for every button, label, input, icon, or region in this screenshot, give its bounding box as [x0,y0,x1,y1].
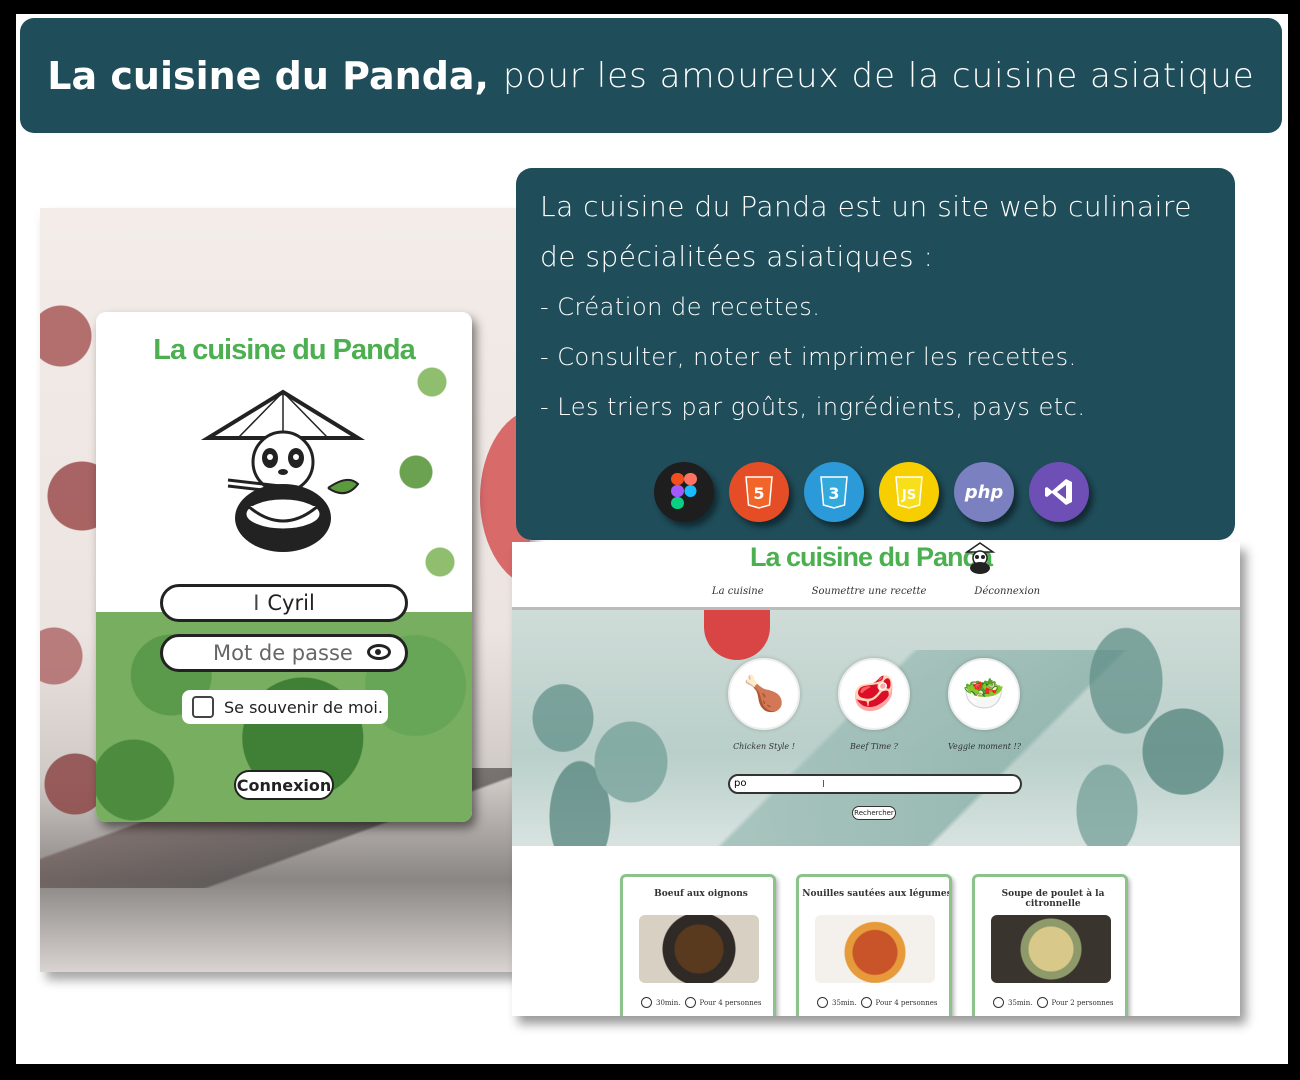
header-banner: La cuisine du Panda, pour les amoureux d… [20,18,1282,133]
category-chicken[interactable]: 🍗 Chicken Style ! [728,658,800,751]
recipe-list: Boeuf aux oignons 30min. Pour 4 personne… [620,874,1128,1016]
category-label: Beef Time ? [850,742,898,751]
panda-logo-icon [200,389,366,552]
recipe-time: 35min. [1008,998,1033,1007]
svg-text:JS: JS [901,488,916,503]
recipe-meta: 30min. Pour 4 personnes [641,997,761,1008]
people-icon [684,997,696,1008]
recipe-servings: Pour 4 personnes [875,998,938,1007]
search-value: po [734,778,747,789]
recipe-time: 30min. [656,998,681,1007]
category-label: Chicken Style ! [733,742,795,751]
feature-item: - Les triers par goûts, ingrédients, pay… [540,393,1086,421]
feature-item: - Consulter, noter et imprimer les recet… [540,343,1077,371]
username-input[interactable]: I Cyril [160,584,408,622]
vine-decoration [392,322,472,622]
text-cursor-icon: I [822,779,825,790]
nav-link-logout[interactable]: Déconnexion [974,586,1040,597]
eye-icon[interactable] [367,644,391,660]
php-icon: php [954,462,1014,522]
recipe-servings: Pour 2 personnes [1051,998,1114,1007]
password-placeholder: Mot de passe [213,641,353,665]
login-card: La cuisine du Panda I Cyril Mot de passe [96,312,472,822]
recipe-image [991,915,1111,983]
site-screenshot: La cuisine du Panda La cuisine Soumettre… [512,542,1240,1016]
feature-list: - Création de recettes. - Consulter, not… [540,282,1211,432]
chicken-bowl-icon: 🍗 [728,658,800,730]
recipe-title: Soupe de poulet à la citronnelle [1001,889,1105,909]
recipe-time: 35min. [832,998,857,1007]
people-icon [1036,997,1048,1008]
css3-icon: 3 [804,462,864,522]
recipe-title: Nouilles sautées aux légumes [802,889,952,899]
figma-icon [654,462,714,522]
bamboo-decoration [512,630,682,846]
site-logo[interactable]: La cuisine du Panda [750,542,993,573]
search-input[interactable]: po I [728,774,1022,794]
recipe-servings: Pour 4 personnes [699,998,762,1007]
header-title-bold: La cuisine du Panda, [47,53,489,98]
login-title: La cuisine du Panda [153,334,415,366]
text-cursor-icon: I [253,591,260,615]
password-input[interactable]: Mot de passe [160,634,408,672]
header-title-rest: pour les amoureux de la cuisine asiatiqu… [502,55,1255,96]
timer-icon [993,997,1004,1008]
site-nav: La cuisine Soumettre une recette Déconne… [512,586,1240,597]
nav-link-submit-recipe[interactable]: Soumettre une recette [812,586,927,597]
recipe-title: Boeuf aux oignons [654,889,748,899]
panda-logo-icon [964,542,996,574]
recipe-image [639,915,759,983]
html5-icon: 5 [729,462,789,522]
search-button[interactable]: Rechercher [852,806,896,820]
remember-label: Se souvenir de moi. [224,697,383,717]
login-screenshot: La cuisine du Panda I Cyril Mot de passe [40,208,530,972]
svg-text:3: 3 [828,484,839,503]
recipe-card[interactable]: Soupe de poulet à la citronnelle 35min. … [972,874,1128,1016]
recipe-card[interactable]: Nouilles sautées aux légumes 35min. Pour… [796,874,952,1016]
visual-studio-icon [1029,462,1089,522]
recipe-meta: 35min. Pour 2 personnes [993,997,1113,1008]
recipe-card[interactable]: Boeuf aux oignons 30min. Pour 4 personne… [620,874,776,1016]
remember-me: Se souvenir de moi. [182,690,388,724]
javascript-icon: JS [879,462,939,522]
category-beef[interactable]: 🥩 Beef Time ? [838,658,910,751]
remember-checkbox[interactable] [192,696,214,718]
login-button[interactable]: Connexion [234,770,334,800]
username-value: Cyril [267,591,315,615]
description-box: La cuisine du Panda est un site web culi… [516,168,1235,540]
description-intro: La cuisine du Panda est un site web culi… [540,190,1192,273]
veggie-bowl-icon: 🥗 [948,658,1020,730]
site-header: La cuisine du Panda La cuisine Soumettre… [512,542,1240,610]
recipe-meta: 35min. Pour 4 personnes [817,997,937,1008]
technology-icons: 5 3 JS php [654,462,1089,522]
timer-icon [817,997,828,1008]
category-veggie[interactable]: 🥗 Veggie moment !? [948,658,1021,751]
nav-link-cuisine[interactable]: La cuisine [712,586,764,597]
timer-icon [641,997,652,1008]
svg-text:5: 5 [753,484,764,503]
recipe-image [815,915,935,983]
hero-section: 🍗 Chicken Style ! 🥩 Beef Time ? 🥗 Veggie… [512,610,1240,846]
people-icon [860,997,872,1008]
feature-item: - Création de recettes. [540,293,821,321]
category-label: Veggie moment !? [948,742,1021,751]
beef-icon: 🥩 [838,658,910,730]
bamboo-decoration [1050,610,1240,846]
